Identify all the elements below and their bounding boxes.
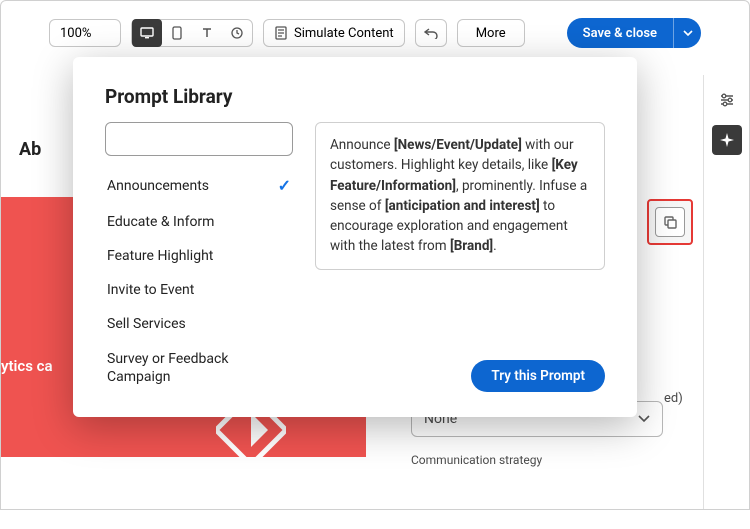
- preview-bold: [anticipation and interest]: [385, 198, 540, 214]
- search-wrap: [105, 122, 293, 156]
- prompt-item[interactable]: Feature Highlight: [105, 239, 293, 273]
- chevron-down-icon: [683, 30, 693, 36]
- prompt-item-label: Sell Services: [107, 315, 186, 333]
- prompt-item-label: Invite to Event: [107, 281, 194, 299]
- copy-button[interactable]: [655, 207, 685, 237]
- zoom-value: 100%: [60, 26, 91, 41]
- prompt-item[interactable]: Invite to Event: [105, 273, 293, 307]
- bg-suffix: ed): [664, 391, 683, 406]
- copy-callout: [647, 199, 693, 245]
- try-prompt-button[interactable]: Try this Prompt: [471, 360, 605, 392]
- preview-bold: [Brand]: [450, 238, 493, 254]
- prompt-item[interactable]: Survey or Feedback Campaign: [105, 342, 293, 392]
- prompt-library-modal: Prompt Library Announcements ✓ Educate & I…: [73, 57, 637, 417]
- desktop-view-button[interactable]: [132, 19, 162, 47]
- save-close-button[interactable]: Save & close: [567, 18, 673, 48]
- more-button[interactable]: More: [457, 19, 525, 47]
- properties-rail-button[interactable]: [712, 85, 742, 115]
- prompt-item[interactable]: Educate & Inform: [105, 205, 293, 239]
- preview-text: Announce: [330, 137, 394, 153]
- chevron-down-icon: [638, 415, 650, 423]
- top-toolbar: 100% Simulate Content More Save & close: [1, 17, 749, 49]
- prompt-item[interactable]: Announcements ✓: [105, 168, 293, 205]
- prompt-preview: Announce [News/Event/Update] with our cu…: [315, 122, 605, 270]
- save-close-group: Save & close: [567, 18, 701, 48]
- ai-rail-button[interactable]: [712, 125, 742, 155]
- prompt-item-label: Survey or Feedback Campaign: [107, 350, 291, 386]
- modal-right-column: Announce [News/Event/Update] with our cu…: [315, 122, 605, 392]
- modal-left-column: Announcements ✓ Educate & Inform Feature Hi…: [105, 122, 293, 392]
- prompt-item-label: Educate & Inform: [107, 213, 214, 231]
- comm-strategy-label: Communication strategy: [411, 453, 691, 467]
- preview-text: .: [493, 238, 497, 254]
- copy-icon: [662, 214, 678, 230]
- undo-button[interactable]: [415, 19, 447, 47]
- viewport-modes: [131, 19, 253, 47]
- zoom-dropdown[interactable]: 100%: [49, 19, 121, 47]
- preview-bold: [News/Event/Update]: [394, 137, 522, 153]
- modal-title: Prompt Library: [105, 85, 605, 108]
- prompt-item-label: Feature Highlight: [107, 247, 213, 265]
- sparkle-icon: [719, 132, 735, 148]
- sliders-icon: [718, 91, 736, 109]
- bg-red-text: ytics ca: [1, 357, 53, 375]
- prompt-item-label: Announcements: [107, 177, 209, 195]
- simulate-label: Simulate Content: [294, 26, 394, 41]
- simulate-content-button[interactable]: Simulate Content: [263, 19, 405, 47]
- text-view-button[interactable]: [192, 19, 222, 47]
- page-icon: [274, 26, 288, 40]
- check-icon: ✓: [278, 176, 291, 197]
- save-close-dropdown[interactable]: [673, 18, 701, 48]
- prompt-list: Announcements ✓ Educate & Inform Feature Hi…: [105, 168, 293, 392]
- time-view-button[interactable]: [222, 19, 252, 47]
- search-input[interactable]: [120, 132, 286, 147]
- mobile-view-button[interactable]: [162, 19, 192, 47]
- more-label: More: [476, 26, 506, 41]
- right-rail: [703, 75, 749, 509]
- prompt-item[interactable]: Sell Services: [105, 307, 293, 341]
